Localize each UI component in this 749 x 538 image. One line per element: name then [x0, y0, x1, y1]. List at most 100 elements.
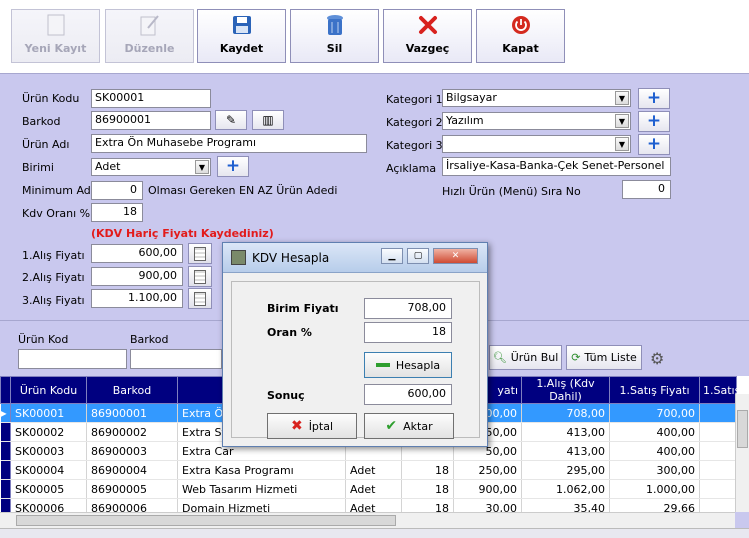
table-cell[interactable]: Web Tasarım Hizmeti: [177, 479, 346, 499]
list-all-button[interactable]: ⟳ Tüm Liste: [566, 345, 642, 370]
table-cell[interactable]: 30,00: [453, 498, 522, 512]
cat1-select[interactable]: Bilgsayar ▼: [442, 89, 631, 107]
table-row[interactable]: SK00004 86900004 Extra Kasa Programı Adet 18…: [0, 460, 737, 480]
column-header[interactable]: Ürün Kodu: [10, 376, 87, 404]
table-cell[interactable]: [699, 441, 737, 461]
cat1-label: Kategori 1: [386, 93, 443, 106]
save-button[interactable]: Kaydet: [197, 9, 286, 63]
table-cell[interactable]: Adet: [345, 498, 402, 512]
price3-calc-button[interactable]: [188, 288, 212, 309]
unit-select[interactable]: Adet ▼: [91, 158, 211, 176]
print-barcode-button[interactable]: ▥: [252, 110, 284, 130]
table-cell[interactable]: 86900001: [86, 403, 178, 423]
add-unit-button[interactable]: +: [217, 156, 249, 177]
price2-input[interactable]: 900,00: [91, 267, 183, 286]
table-cell[interactable]: SK00005: [10, 479, 87, 499]
table-cell[interactable]: 86900003: [86, 441, 178, 461]
product-code-input[interactable]: SK00001: [91, 89, 211, 108]
column-header[interactable]: Barkod: [86, 376, 178, 404]
price3-input[interactable]: 1.100,00: [91, 289, 183, 308]
table-cell[interactable]: [699, 460, 737, 480]
unit-label: Birimi: [22, 161, 54, 174]
minimize-button[interactable]: ▁: [381, 248, 403, 264]
generate-barcode-button[interactable]: ✎: [215, 110, 247, 130]
barcode-input[interactable]: 86900001: [91, 111, 211, 130]
table-cell[interactable]: 86900006: [86, 498, 178, 512]
rate-input[interactable]: 18: [364, 322, 452, 343]
table-cell[interactable]: 250,00: [453, 460, 522, 480]
table-cell[interactable]: 708,00: [521, 403, 610, 423]
status-bar: [0, 528, 749, 538]
calculator-icon: [194, 291, 206, 306]
table-cell[interactable]: 18: [401, 479, 454, 499]
table-cell[interactable]: [699, 403, 737, 423]
vertical-scrollbar[interactable]: [735, 394, 749, 512]
checkmark-icon: ✔: [385, 418, 398, 434]
product-name-input[interactable]: Extra Ön Muhasebe Programı: [91, 134, 367, 153]
table-cell[interactable]: 700,00: [609, 403, 700, 423]
column-header[interactable]: 1.Satış Fiyatı: [609, 376, 700, 404]
table-cell[interactable]: 400,00: [609, 422, 700, 442]
table-cell[interactable]: 1.062,00: [521, 479, 610, 499]
table-cell[interactable]: SK00001: [10, 403, 87, 423]
calculate-button[interactable]: Hesapla: [364, 352, 452, 378]
table-cell[interactable]: 86900005: [86, 479, 178, 499]
cat3-select[interactable]: ▼: [442, 135, 631, 153]
add-cat2-button[interactable]: +: [638, 111, 670, 132]
table-row[interactable]: SK00005 86900005 Web Tasarım Hizmeti Adet 18…: [0, 479, 737, 499]
quick-input[interactable]: 0: [622, 180, 671, 199]
table-cell[interactable]: Adet: [345, 460, 402, 480]
transfer-button[interactable]: ✔ Aktar: [364, 413, 454, 439]
min-qty-input[interactable]: 0: [91, 181, 143, 200]
close-button[interactable]: Kapat: [476, 9, 565, 63]
table-cell[interactable]: Adet: [345, 479, 402, 499]
cancel-button[interactable]: Vazgeç: [383, 9, 472, 63]
table-cell[interactable]: 86900004: [86, 460, 178, 480]
add-cat3-button[interactable]: +: [638, 134, 670, 155]
dialog-cancel-button[interactable]: ✖ İptal: [267, 413, 357, 439]
add-cat1-button[interactable]: +: [638, 88, 670, 109]
table-row[interactable]: SK00006 86900006 Domain Hizmeti Adet 18 30,00…: [0, 498, 737, 512]
table-cell[interactable]: 400,00: [609, 441, 700, 461]
dialog-close-button[interactable]: ✕: [433, 248, 478, 264]
column-header[interactable]: 1.Alış (Kdv Dahil): [521, 376, 610, 404]
table-cell[interactable]: [699, 498, 737, 512]
table-cell[interactable]: 86900002: [86, 422, 178, 442]
table-cell[interactable]: SK00004: [10, 460, 87, 480]
unit-price-input[interactable]: 708,00: [364, 298, 452, 319]
search-barcode-input[interactable]: [130, 349, 222, 369]
settings-gear-icon[interactable]: ⚙: [650, 349, 664, 368]
table-cell[interactable]: 413,00: [521, 441, 610, 461]
desc-input[interactable]: İrsaliye-Kasa-Banka-Çek Senet-Personel: [442, 157, 671, 176]
cat2-select[interactable]: Yazılım ▼: [442, 112, 631, 130]
price1-input[interactable]: 600,00: [91, 244, 183, 263]
column-header[interactable]: 1.Satış: [699, 376, 740, 404]
table-cell[interactable]: 29,66: [609, 498, 700, 512]
price1-calc-button[interactable]: [188, 243, 212, 264]
table-cell[interactable]: Domain Hizmeti: [177, 498, 346, 512]
table-cell[interactable]: 900,00: [453, 479, 522, 499]
table-cell[interactable]: 1.000,00: [609, 479, 700, 499]
find-product-button[interactable]: 🔍︎ Ürün Bul: [489, 345, 562, 370]
search-code-input[interactable]: [18, 349, 127, 369]
table-cell[interactable]: [699, 422, 737, 442]
table-cell[interactable]: 295,00: [521, 460, 610, 480]
table-cell[interactable]: 18: [401, 498, 454, 512]
table-cell[interactable]: Extra Kasa Programı: [177, 460, 346, 480]
horizontal-scrollbar[interactable]: [0, 512, 735, 528]
table-cell[interactable]: 413,00: [521, 422, 610, 442]
table-cell[interactable]: 300,00: [609, 460, 700, 480]
price2-label: 2.Alış Fiyatı: [22, 271, 85, 284]
maximize-button[interactable]: ▢: [407, 248, 429, 264]
edit-button[interactable]: Düzenle: [105, 9, 194, 63]
table-cell[interactable]: 35,40: [521, 498, 610, 512]
table-cell[interactable]: SK00003: [10, 441, 87, 461]
delete-button[interactable]: Sil: [290, 9, 379, 63]
vat-input[interactable]: 18: [91, 203, 143, 222]
table-cell[interactable]: 18: [401, 460, 454, 480]
table-cell[interactable]: [699, 479, 737, 499]
table-cell[interactable]: SK00006: [10, 498, 87, 512]
new-record-button[interactable]: Yeni Kayıt: [11, 9, 100, 63]
table-cell[interactable]: SK00002: [10, 422, 87, 442]
price2-calc-button[interactable]: [188, 266, 212, 287]
